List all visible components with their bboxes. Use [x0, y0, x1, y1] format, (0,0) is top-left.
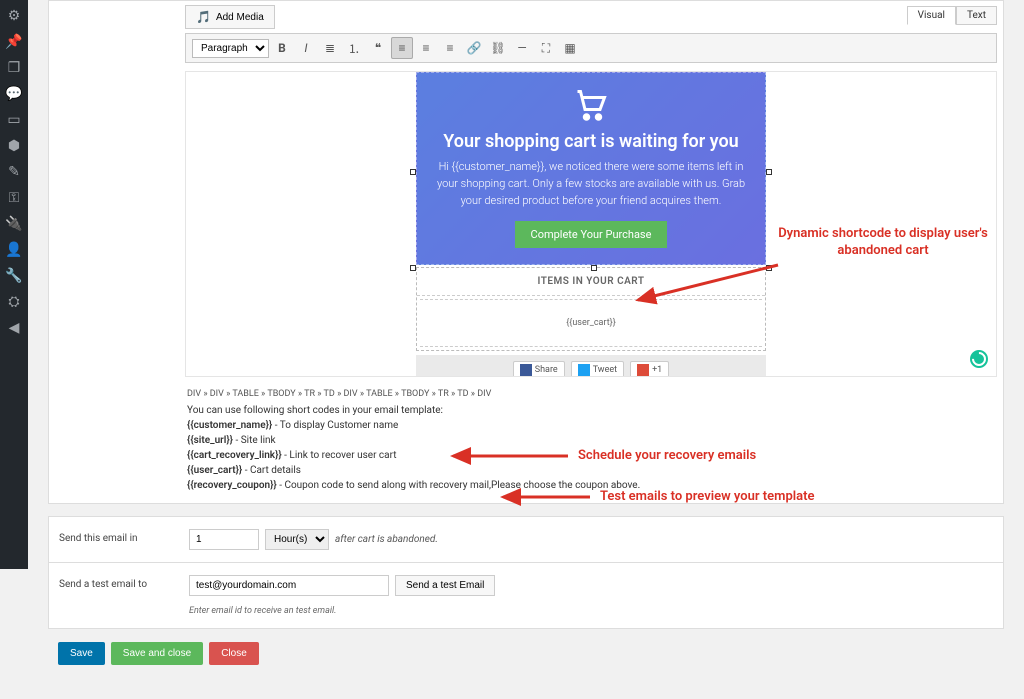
collapse-icon[interactable]: ◀ — [0, 316, 28, 340]
wp-admin-sidebar[interactable]: ⚙ 📌 ❐ 💬 ▭ ⬢ ✎ ⚿ 🔌 👤 🔧 ⛭ ◀ — [0, 0, 28, 569]
blockquote-button[interactable]: ❝ — [367, 37, 389, 59]
email-template-card: Your shopping cart is waiting for you Hi… — [416, 72, 766, 377]
hero-body: Hi {{customer_name}}, we noticed there w… — [435, 158, 747, 209]
tab-visual[interactable]: Visual — [907, 6, 956, 25]
readmore-button[interactable]: ― — [511, 37, 533, 59]
save-button[interactable]: Save — [58, 642, 105, 665]
editor-mode-tabs: Visual Text — [901, 1, 1003, 24]
schedule-unit-select[interactable]: Hour(s) — [265, 529, 329, 550]
appearance-icon[interactable]: ✎ — [0, 160, 28, 184]
pin-icon[interactable]: 📌 — [0, 30, 28, 54]
social-bar: Share Tweet +1 — [416, 355, 766, 377]
align-left-button[interactable]: ≡ — [391, 37, 413, 59]
shortcode-item: {{site_url}} - Site link — [187, 433, 995, 448]
shortcode-item: {{recovery_coupon}} - Coupon code to sen… — [187, 478, 995, 493]
items-placeholder: {{user_cart}} — [420, 299, 762, 347]
hero-title: Your shopping cart is waiting for you — [435, 131, 747, 152]
media-icon[interactable]: ❐ — [0, 56, 28, 80]
test-email-row: Send a test email to Send a test Email E… — [48, 562, 1004, 629]
align-right-button[interactable]: ≡ — [439, 37, 461, 59]
bold-button[interactable]: B — [271, 37, 293, 59]
cart-icon — [570, 87, 612, 123]
number-list-button[interactable]: ⒈ — [343, 37, 365, 59]
close-button[interactable]: Close — [209, 642, 259, 665]
editor-canvas[interactable]: Your shopping cart is waiting for you Hi… — [185, 71, 997, 377]
settings-icon[interactable]: ⛭ — [0, 290, 28, 314]
gp-share[interactable]: +1 — [630, 361, 669, 377]
cta-button[interactable]: Complete Your Purchase — [515, 221, 668, 248]
form-actions: Save Save and close Close — [48, 628, 1004, 679]
twitter-icon — [578, 364, 590, 376]
shortcode-item: {{customer_name}} - To display Customer … — [187, 418, 995, 433]
items-header: ITEMS IN YOUR CART — [417, 268, 765, 296]
tw-share[interactable]: Tweet — [571, 361, 624, 377]
save-and-close-button[interactable]: Save and close — [111, 642, 203, 665]
ad-icon[interactable]: ▭ — [0, 108, 28, 132]
element-breadcrumb[interactable]: DIV » DIV » TABLE » TBODY » TR » TD » DI… — [179, 383, 1003, 401]
product-icon[interactable]: ⬢ — [0, 134, 28, 158]
align-center-button[interactable]: ≡ — [415, 37, 437, 59]
toolbar-toggle-button[interactable]: ▦ — [559, 37, 581, 59]
media-icon: 🎵 — [196, 10, 211, 24]
schedule-value-input[interactable] — [189, 529, 259, 550]
bullet-list-button[interactable]: ≣ — [319, 37, 341, 59]
fullscreen-button[interactable]: ⛶ — [535, 37, 557, 59]
tab-text[interactable]: Text — [956, 6, 997, 25]
shortcode-item: {{user_cart}} - Cart details — [187, 463, 995, 478]
fb-share[interactable]: Share — [513, 361, 565, 377]
facebook-icon — [520, 364, 532, 376]
test-email-input[interactable] — [189, 575, 389, 596]
send-test-email-button[interactable]: Send a test Email — [395, 575, 495, 596]
test-email-label: Send a test email to — [59, 575, 189, 590]
user-icon[interactable]: 👤 — [0, 238, 28, 262]
googleplus-icon — [637, 364, 649, 376]
editor-panel: 🎵 Add Media Visual Text Paragraph B I ≣ … — [48, 0, 1004, 504]
add-media-button[interactable]: 🎵 Add Media — [185, 5, 275, 29]
add-media-label: Add Media — [216, 12, 264, 23]
key-icon[interactable]: ⚿ — [0, 186, 28, 210]
main-content: 🎵 Add Media Visual Text Paragraph B I ≣ … — [28, 0, 1024, 699]
items-section: ITEMS IN YOUR CART {{user_cart}} — [416, 267, 766, 351]
plugin-icon[interactable]: 🔌 — [0, 212, 28, 236]
dashboard-icon[interactable]: ⚙ — [0, 4, 28, 28]
grammarly-icon[interactable] — [970, 350, 988, 368]
schedule-row: Send this email in Hour(s) after cart is… — [48, 516, 1004, 563]
link-button[interactable]: 🔗 — [463, 37, 485, 59]
unlink-button[interactable]: ⛓ — [487, 37, 509, 59]
shortcode-item: {{cart_recovery_link}} - Link to recover… — [187, 448, 995, 463]
comment-icon[interactable]: 💬 — [0, 82, 28, 106]
schedule-after-text: after cart is abandoned. — [335, 534, 438, 545]
schedule-label: Send this email in — [59, 529, 189, 544]
editor-toolbar: Paragraph B I ≣ ⒈ ❝ ≡ ≡ ≡ 🔗 ⛓ ― ⛶ ▦ — [185, 33, 997, 63]
tools-icon[interactable]: 🔧 — [0, 264, 28, 288]
shortcodes-help: You can use following short codes in you… — [179, 401, 1003, 503]
italic-button[interactable]: I — [295, 37, 317, 59]
hero-section: Your shopping cart is waiting for you Hi… — [416, 72, 766, 265]
test-email-hint: Enter email id to receive an test email. — [189, 606, 649, 616]
format-dropdown[interactable]: Paragraph — [192, 39, 269, 58]
shortcodes-intro: You can use following short codes in you… — [187, 403, 995, 418]
